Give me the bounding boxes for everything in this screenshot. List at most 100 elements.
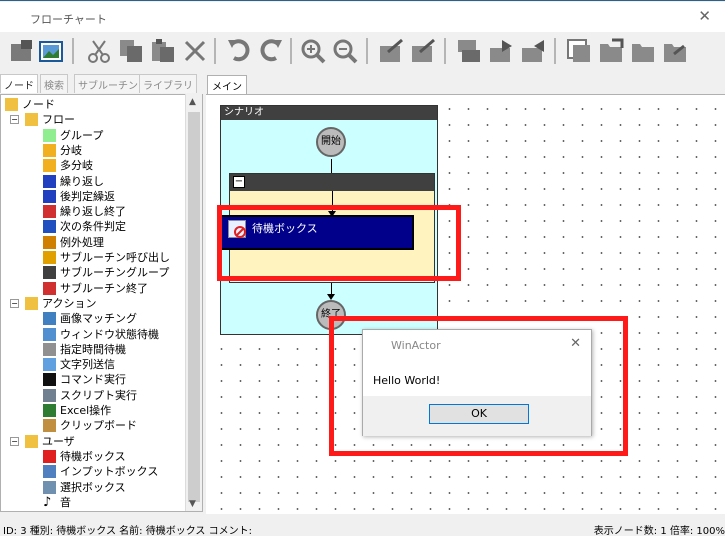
clipboard-icon — [43, 419, 56, 433]
tree-item-label: アクション — [42, 296, 97, 310]
tree-item-label: ウィンドウ状態待機 — [60, 327, 159, 341]
next-condition-icon — [43, 220, 56, 234]
paste-icon[interactable] — [150, 38, 176, 64]
scroll-up-icon[interactable]: ▲ — [189, 97, 196, 107]
tree-item-label: 例外処理 — [60, 235, 104, 249]
select-box-icon — [43, 480, 56, 494]
timer-icon — [43, 342, 56, 356]
tree-item-label: サブルーチン呼び出し — [60, 251, 170, 264]
window-title: フローチャート — [30, 13, 107, 26]
tree-item-label: 指定時間待機 — [60, 342, 126, 356]
tab-node[interactable]: ノード — [0, 74, 38, 93]
folder-export-icon[interactable] — [662, 38, 688, 64]
window-wait-icon — [43, 327, 56, 341]
dialog-close-icon[interactable]: ✕ — [570, 336, 581, 351]
redo-icon[interactable] — [258, 38, 284, 64]
dialog-message: Hello World! — [373, 374, 441, 387]
node-move-icon[interactable] — [520, 38, 546, 64]
message-dialog: WinActor ✕ Hello World! OK — [362, 329, 592, 436]
collapse-icon[interactable]: − — [233, 176, 245, 188]
tree-item-label: ノード — [22, 98, 55, 111]
tree-item-label: インプットボックス — [60, 465, 159, 479]
folder-open-icon[interactable] — [598, 38, 624, 64]
tree-item-label: 文字列送信 — [60, 358, 115, 372]
branch-icon — [43, 143, 56, 157]
group-icon — [43, 128, 56, 142]
left-panel-tabs: ノード 検索 サブルーチン ライブラリ — [0, 74, 205, 94]
node-edit-2-icon[interactable] — [410, 38, 436, 64]
tree-item-label: コマンド実行 — [60, 373, 126, 387]
zoom-in-icon[interactable] — [300, 38, 326, 64]
status-bar: ID: 3 種別: 待機ボックス 名前: 待機ボックス コメント: 表示ノード数… — [0, 522, 725, 537]
zoom-out-icon[interactable] — [332, 38, 358, 64]
document-icon[interactable] — [8, 38, 34, 64]
node-list-icon[interactable] — [566, 38, 592, 64]
tree-item-label: 分岐 — [60, 143, 82, 157]
tab-library[interactable]: ライブラリ — [139, 74, 197, 93]
node-tree: ノード − フロー グループ 分岐 多分岐 繰り返し 後判定繰返 繰り返し終了 次の条件判定 例外処… — [0, 94, 203, 512]
tree-item-label: 選択ボックス — [60, 480, 126, 494]
scroll-down-icon[interactable]: ▼ — [189, 499, 196, 509]
subroutine-group-icon — [43, 266, 56, 280]
image-icon[interactable] — [38, 38, 64, 64]
tree-item-label: 繰り返し終了 — [60, 205, 126, 219]
folder-icon — [25, 434, 38, 448]
tree-item-label: 後判定繰返 — [60, 189, 115, 203]
ok-button[interactable]: OK — [429, 404, 529, 424]
tree-item-label: 繰り返し — [60, 174, 104, 188]
node-edit-icon[interactable] — [378, 38, 404, 64]
script-icon — [43, 388, 56, 402]
folder-icon — [25, 113, 38, 127]
command-icon — [43, 373, 56, 387]
tree-item-label: フロー — [42, 113, 75, 127]
tree-scrollbar[interactable]: ▲ ▼ — [185, 94, 202, 511]
tab-search[interactable]: 検索 — [40, 74, 68, 93]
copy-icon[interactable] — [118, 38, 144, 64]
loop-end-icon — [43, 205, 56, 219]
tree-item-label: Excel操作 — [60, 404, 112, 417]
folder-icon — [25, 296, 38, 310]
scroll-thumb[interactable] — [188, 112, 200, 502]
loop-icon — [43, 174, 56, 188]
expand-icon[interactable]: − — [10, 298, 19, 308]
subroutine-end-icon — [43, 281, 56, 295]
start-node[interactable]: 開始 — [316, 127, 346, 157]
tree-item-label: 次の条件判定 — [60, 220, 126, 234]
toolbar — [0, 32, 725, 70]
wait-box-icon — [43, 449, 56, 463]
keyboard-icon — [43, 358, 56, 372]
tree-item-label: 多分岐 — [60, 159, 93, 173]
folder-icon[interactable] — [630, 38, 656, 64]
tree-item-label: スクリプト実行 — [60, 388, 137, 402]
tree-item-label: ユーザ — [42, 434, 75, 448]
folder-icon — [5, 98, 18, 111]
excel-icon — [43, 404, 56, 417]
tree-item-label: 画像マッチング — [60, 312, 137, 326]
post-loop-icon — [43, 189, 56, 203]
tab-main[interactable]: メイン — [207, 75, 247, 94]
undo-icon[interactable] — [226, 38, 252, 64]
expand-icon[interactable]: − — [10, 436, 19, 446]
node-up-icon[interactable] — [456, 38, 482, 64]
tree-item-label: クリップボード — [60, 419, 137, 433]
title-bar: フローチャート ✕ — [0, 2, 725, 32]
subroutine-call-icon — [43, 251, 56, 264]
tree-item-label: 待機ボックス — [60, 449, 126, 463]
delete-icon[interactable] — [182, 38, 208, 64]
image-match-icon — [43, 312, 56, 326]
group-header: − — [230, 174, 434, 191]
tree-item-label: グループ — [60, 128, 104, 142]
tree-item-label: 音 — [60, 495, 71, 509]
flowchart-window: フローチャート ✕ ノード 検索 サブルーチン ライブラリ ノード − フロー … — [0, 0, 725, 537]
dialog-footer: OK — [363, 396, 591, 436]
cut-icon[interactable] — [86, 38, 112, 64]
close-icon[interactable]: ✕ — [698, 7, 711, 25]
expand-icon[interactable]: − — [10, 115, 19, 125]
music-note-icon: ♪ — [43, 494, 52, 510]
dialog-title: WinActor — [391, 339, 441, 352]
tree-item-label: サブルーチン終了 — [60, 281, 148, 295]
highlight-box-node — [217, 205, 461, 281]
tab-subroutine[interactable]: サブルーチン — [74, 74, 142, 93]
input-box-icon — [43, 465, 56, 479]
node-insert-icon[interactable] — [488, 38, 514, 64]
